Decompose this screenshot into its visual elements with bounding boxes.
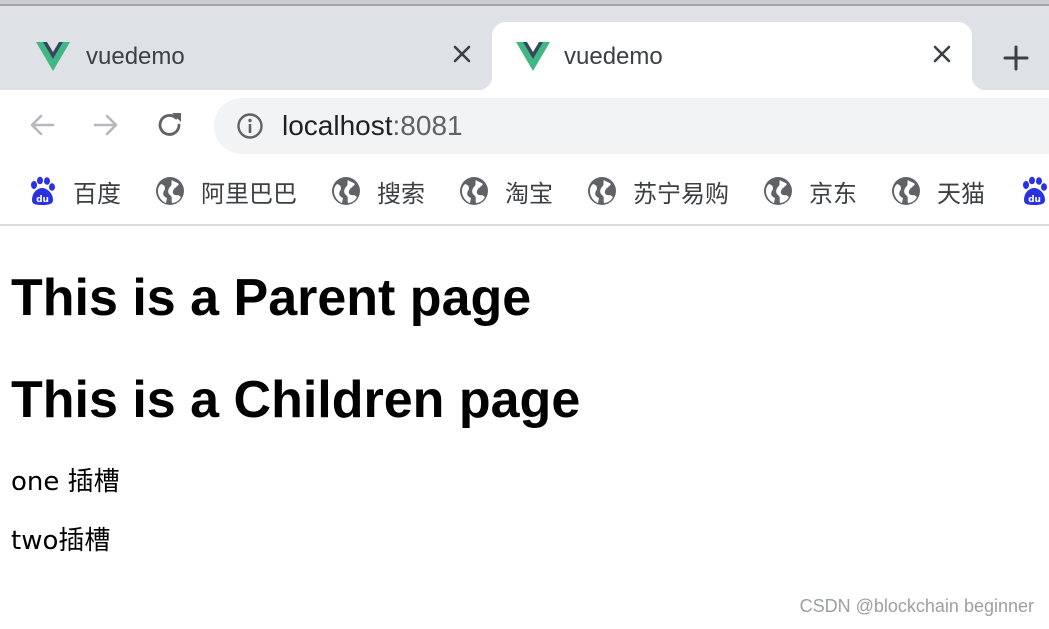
slot-one-text: one 插槽 <box>11 467 120 497</box>
bookmark-label: 淘宝 <box>505 179 553 208</box>
tab-title: vuedemo <box>564 43 663 70</box>
url-port: :8081 <box>392 110 463 141</box>
globe-icon <box>332 177 360 205</box>
bookmark-taobao[interactable]: 淘宝 <box>459 174 553 208</box>
bookmark-baidu-2[interactable]: du <box>1019 174 1049 208</box>
reload-icon[interactable] <box>155 110 185 140</box>
bookmark-alibaba[interactable]: 阿里巴巴 <box>155 174 297 208</box>
globe-icon <box>764 177 792 205</box>
tab-vuedemo-2-active[interactable]: vuedemo <box>478 22 986 90</box>
svg-text:du: du <box>36 195 49 205</box>
bookmark-label: 百度 <box>73 179 121 208</box>
slot-two-text: two插槽 <box>11 526 111 556</box>
page-content: This is a Parent page This is a Children… <box>0 228 1049 629</box>
close-icon[interactable] <box>930 42 954 66</box>
vue-logo-icon <box>516 42 550 71</box>
back-arrow-icon[interactable] <box>27 110 57 140</box>
bookmark-label: 阿里巴巴 <box>201 179 297 208</box>
bookmark-baidu[interactable]: du 百度 <box>27 174 121 208</box>
bookmarks-bar: du 百度 阿里巴巴 搜索 淘宝 苏宁易购 京东 天猫 du <box>0 162 1049 226</box>
bookmark-label: 苏宁易购 <box>633 179 729 208</box>
globe-icon <box>588 177 616 205</box>
url-host: localhost <box>282 110 393 141</box>
info-icon[interactable] <box>236 112 264 140</box>
bookmark-suning[interactable]: 苏宁易购 <box>587 174 729 208</box>
bookmark-tmall[interactable]: 天猫 <box>891 174 985 208</box>
svg-text:du: du <box>1028 195 1041 205</box>
vue-logo-icon <box>36 42 70 71</box>
globe-icon <box>460 177 488 205</box>
globe-icon <box>156 177 184 205</box>
bookmark-jd[interactable]: 京东 <box>763 174 857 208</box>
children-heading: This is a Children page <box>11 371 581 429</box>
bookmark-label: 天猫 <box>937 179 985 208</box>
tab-vuedemo-1[interactable]: vuedemo <box>0 22 492 90</box>
url-text: localhost:8081 <box>282 109 463 143</box>
baidu-paw-icon: du <box>31 176 55 205</box>
baidu-paw-icon: du <box>1023 176 1047 205</box>
watermark: CSDN @blockchain beginner <box>799 596 1034 616</box>
bookmark-label: 京东 <box>809 179 857 208</box>
browser-toolbar: localhost:8081 <box>0 90 1049 162</box>
tab-title: vuedemo <box>86 43 185 70</box>
parent-heading: This is a Parent page <box>11 269 532 327</box>
bookmark-label: 搜索 <box>377 179 425 208</box>
tab-strip: vuedemo vuedemo <box>0 6 1049 90</box>
bookmark-search[interactable]: 搜索 <box>331 174 425 208</box>
globe-icon <box>892 177 920 205</box>
address-bar[interactable]: localhost:8081 <box>214 98 1049 154</box>
forward-arrow-icon[interactable] <box>91 110 121 140</box>
plus-icon[interactable] <box>1002 44 1030 72</box>
close-icon[interactable] <box>450 42 474 66</box>
